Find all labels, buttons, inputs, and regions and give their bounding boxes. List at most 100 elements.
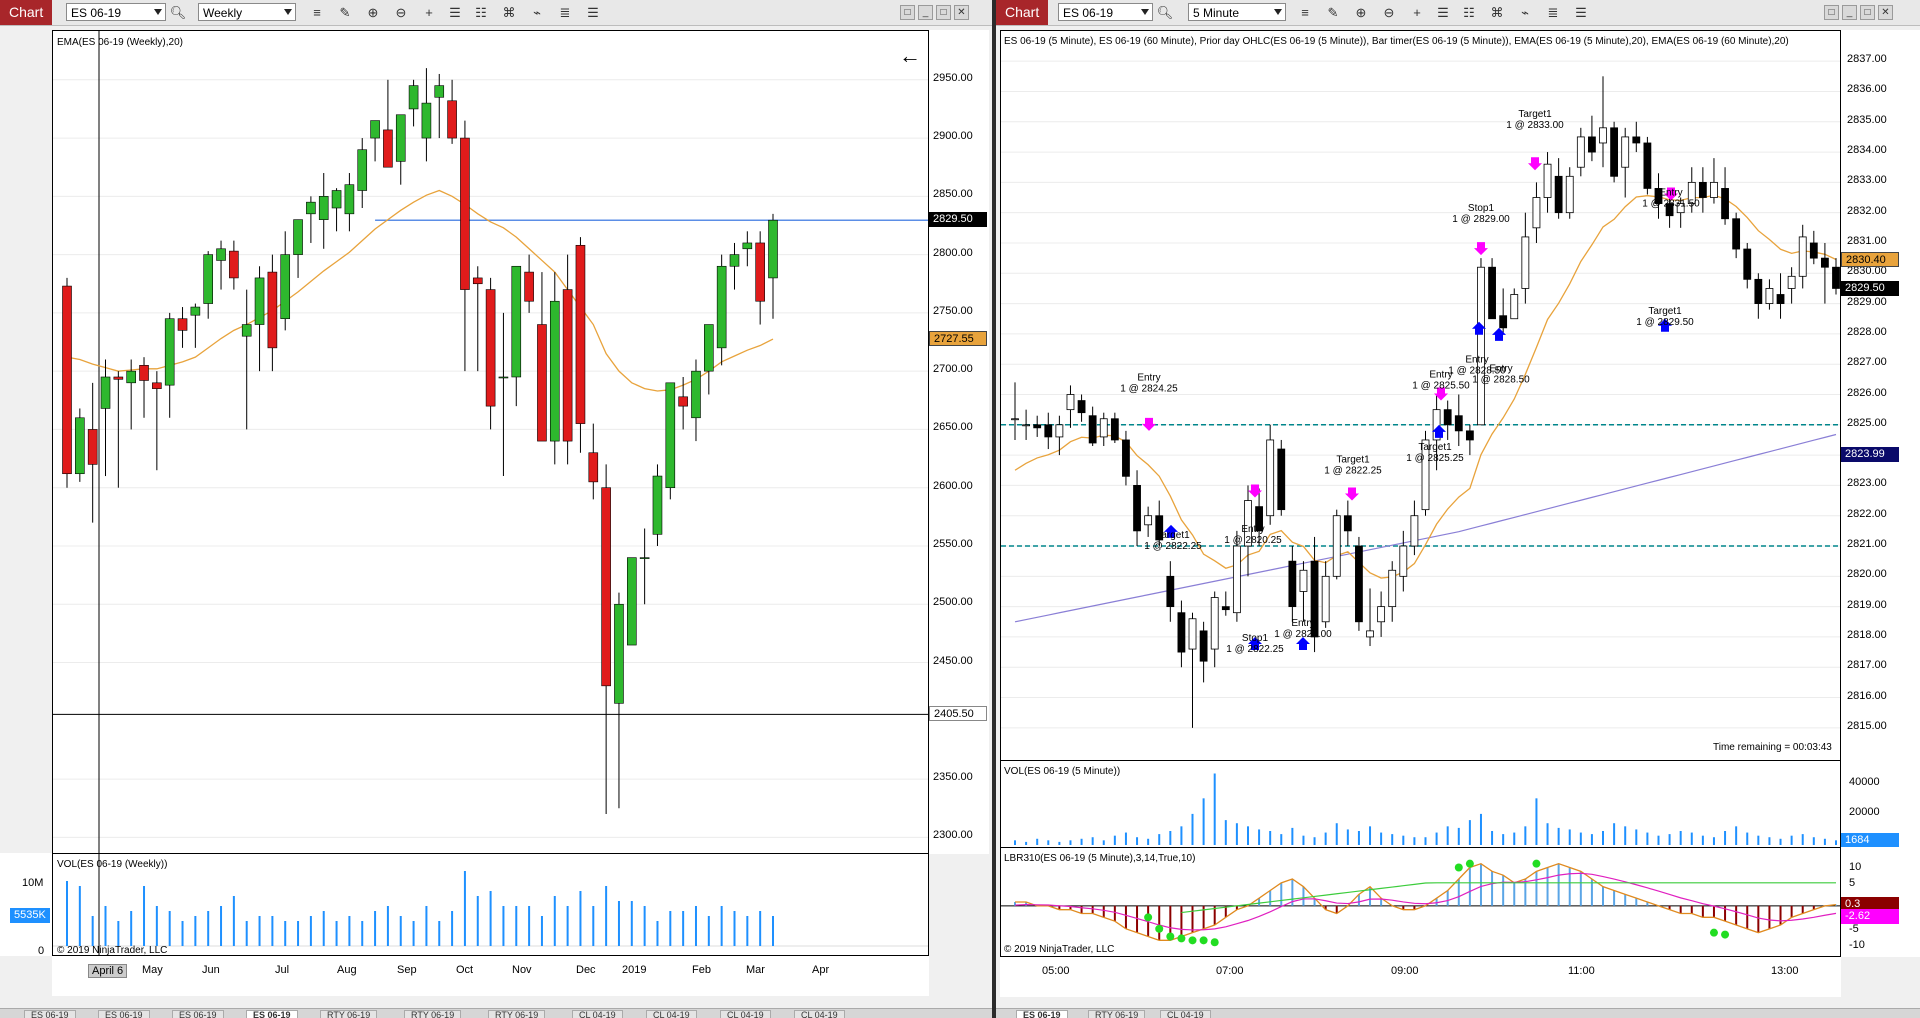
instrument-selector[interactable]: ES 06-19 [66,3,166,21]
search-icon[interactable]: 🔍︎ [169,4,187,22]
candle-body [652,475,663,535]
time-tick: Aug [337,964,357,976]
candle-body [1277,448,1286,511]
right-oscillator-panel[interactable]: LBR310(ES 06-19 (5 Minute),3,14,True,10)… [1000,847,1841,957]
search-icon[interactable]: 🔍︎ [1156,4,1174,22]
maximize-button[interactable]: □ [1860,5,1875,20]
instrument-tab[interactable]: RTY 06-19 [1088,1010,1146,1018]
candle-body [447,100,457,139]
bar-type-icon[interactable]: ≡ [308,4,326,22]
instrument-tab[interactable]: ES 06-19 [246,1010,298,1018]
entry-arrow [1528,157,1542,171]
maximize-button[interactable]: □ [936,5,951,20]
minimize-button[interactable]: _ [1842,5,1857,20]
candle-body [1798,236,1807,277]
interval-selector[interactable]: 5 Minute [1188,3,1286,21]
bar-type-icon[interactable]: ≡ [1296,4,1314,22]
chart-menu-button[interactable]: Chart [996,0,1049,25]
instrument-tab[interactable]: ES 06-19 [172,1010,224,1018]
window-menu-button[interactable]: □ [900,5,915,20]
indicators-icon[interactable]: ⌁ [528,4,546,22]
candle-body [1266,439,1275,517]
candle-body [575,244,586,424]
draw-pencil-icon[interactable]: ✎ [336,4,354,22]
left-volume-panel[interactable]: VOL(ES 06-19 (Weekly)) © 2019 NinjaTrade… [52,853,929,956]
instrument-tab[interactable]: CL 04-19 [572,1010,623,1018]
close-button[interactable]: ✕ [954,5,969,20]
candle-body [395,114,406,162]
time-tick: Nov [512,964,532,976]
time-tick: 13:00 [1771,965,1799,977]
candle-body [1221,606,1230,611]
zoom-out-icon[interactable]: ⊖ [392,4,410,22]
instrument-tab[interactable]: CL 04-19 [646,1010,697,1018]
zoom-in-icon[interactable]: ⊕ [1352,4,1370,22]
chart-trader-icon[interactable]: ☷ [1460,4,1478,22]
instrument-tab[interactable]: RTY 06-19 [404,1010,462,1018]
candle-body [498,376,509,379]
candle-body [626,557,637,646]
minimize-button[interactable]: _ [918,5,933,20]
price-tick: 2836.00 [1847,83,1887,96]
instrument-tab[interactable]: RTY 06-19 [488,1010,546,1018]
candle-body [1477,266,1485,426]
left-price-panel[interactable]: EMA(ES 06-19 (Weekly),20) ← [52,30,929,854]
templates-icon[interactable]: ≣ [1544,4,1562,22]
candle-body [1366,630,1374,638]
candle-body [434,85,445,98]
strategies-icon[interactable]: ⌘ [1488,4,1506,22]
templates-icon[interactable]: ≣ [556,4,574,22]
strategies-icon[interactable]: ⌘ [500,4,518,22]
list-icon[interactable]: ☰ [584,4,602,22]
interval-selector[interactable]: Weekly [198,3,296,21]
candle-body [1732,218,1741,250]
instrument-tab[interactable]: CL 04-19 [794,1010,845,1018]
candle-body [1554,175,1563,214]
instrument-tab[interactable]: ES 06-19 [1016,1010,1068,1018]
candle-body [203,254,213,304]
window-menu-button[interactable]: □ [1824,5,1839,20]
crosshair-icon[interactable]: + [420,4,438,22]
osc-signal-dot [1144,913,1153,922]
price-tick: 2826.00 [1847,386,1887,399]
entry-arrow [1345,487,1359,501]
chart-trader-icon[interactable]: ☷ [472,4,490,22]
instrument-tab[interactable]: CL 04-19 [1160,1010,1211,1018]
draw-pencil-icon[interactable]: ✎ [1324,4,1342,22]
properties-icon[interactable]: ☰ [446,4,464,22]
osc-signal-dot [1188,936,1197,945]
close-button[interactable]: ✕ [1878,5,1893,20]
candle-body [1521,236,1530,289]
candle-body [164,318,175,386]
annotation-label: Target1 [1648,306,1682,317]
right-price-axis: 2837.00 2836.00 2835.00 2834.00 2833.00 2832.… [1841,30,1920,761]
time-tick: Feb [692,964,711,976]
zoom-out-icon[interactable]: ⊖ [1380,4,1398,22]
instrument-tab[interactable]: CL 04-19 [720,1010,771,1018]
osc-slow-line [1014,872,1837,931]
crosshair-icon[interactable]: + [1408,4,1426,22]
chevron-down-icon [1141,9,1149,15]
instrument-tab[interactable]: ES 06-19 [98,1010,150,1018]
list-icon[interactable]: ☰ [1572,4,1590,22]
annotation-price: 1 @ 2820.00 [1274,629,1332,640]
candle-body [1721,188,1729,220]
zoom-in-icon[interactable]: ⊕ [364,4,382,22]
instrument-tab[interactable]: RTY 06-19 [320,1010,378,1018]
osc-signal-line [1181,882,1836,914]
indicators-icon[interactable]: ⌁ [1516,4,1534,22]
arrow-left-icon[interactable]: ← [899,43,921,69]
left-volume-title: VOL(ES 06-19 (Weekly)) [57,859,168,870]
chart-menu-button[interactable]: Chart [0,0,53,25]
last-price-tag: 2829.50 [929,212,987,228]
right-price-panel[interactable]: Entry 1 @ 2824.25 Target1 1 @ 2822.25 Entry 1… [1000,30,1841,761]
instrument-tab[interactable]: ES 06-19 [24,1010,76,1018]
left-toolbar: Chart ES 06-19 🔍︎ Weekly ≡ ✎ ⊕ ⊖ + ☰ ☷ ⌘… [0,0,992,26]
candle-body [190,306,201,316]
properties-icon[interactable]: ☰ [1434,4,1452,22]
instrument-selector[interactable]: ES 06-19 [1058,3,1153,21]
right-volume-panel[interactable]: VOL(ES 06-19 (5 Minute)) [1000,760,1841,848]
candle-body [1022,424,1030,427]
annotation-price: 1 @ 2825.25 [1406,453,1464,464]
annotation-label: Entry [1241,524,1264,535]
